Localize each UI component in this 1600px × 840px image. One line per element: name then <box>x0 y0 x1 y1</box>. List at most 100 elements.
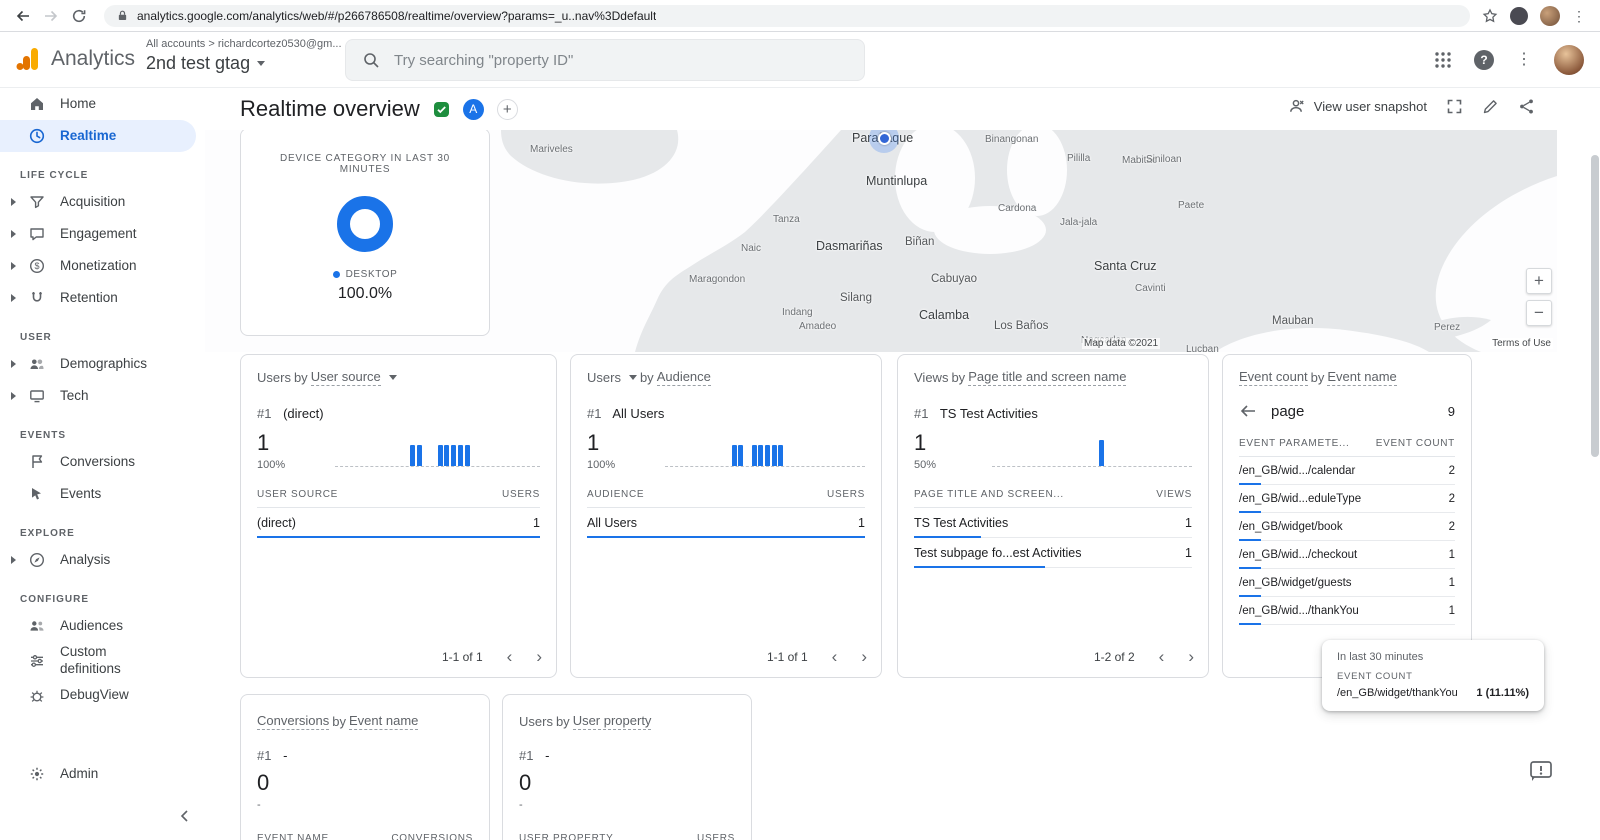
metric-percent: 100% <box>587 459 616 472</box>
comparison-chip[interactable]: A <box>462 98 484 120</box>
sidebar-item-debugview[interactable]: DebugView <box>0 680 205 712</box>
sidebar-item-events[interactable]: Events <box>0 478 205 510</box>
table-row: /en_GB/wid.../thankYou 1 <box>1239 597 1455 625</box>
google-analytics-logo[interactable]: Analytics <box>14 45 135 73</box>
fullscreen-icon[interactable] <box>1446 98 1463 115</box>
help-icon[interactable]: ? <box>1474 50 1494 70</box>
account-breadcrumb: All accounts > richardcortez0530@gm... <box>146 38 342 50</box>
engagement-icon <box>28 225 46 243</box>
map-city-label: Mauban <box>1272 315 1314 327</box>
sidebar-section-events: EVENTS <box>20 429 67 441</box>
sidebar-section-configure: CONFIGURE <box>20 593 89 605</box>
feedback-button[interactable] <box>1528 758 1554 784</box>
add-comparison-button[interactable]: + <box>496 98 518 120</box>
pager-prev-icon[interactable]: ‹ <box>507 648 513 665</box>
browser-address-bar[interactable]: analytics.google.com/analytics/web/#/p26… <box>104 4 1470 27</box>
sidebar-item-home[interactable]: Home <box>0 88 205 120</box>
sidebar-item-conversions[interactable]: Conversions <box>0 446 205 478</box>
customize-report-icon[interactable] <box>1482 98 1499 115</box>
map-city-label: Biñan <box>905 236 935 248</box>
pager-next-icon[interactable]: › <box>1188 648 1194 665</box>
event-breadcrumb-label: page <box>1271 402 1305 420</box>
map-city-label: Binangonan <box>985 134 1039 145</box>
card-title-picker[interactable]: Event count by Event name <box>1239 369 1455 386</box>
global-search[interactable] <box>345 39 865 81</box>
map-city-label: Lucban <box>1186 344 1219 352</box>
browser-chrome: analytics.google.com/analytics/web/#/p26… <box>0 0 1600 32</box>
product-name: Analytics <box>51 47 136 70</box>
sidebar-item-custom-definitions[interactable]: Custom definitions <box>0 642 205 680</box>
event-breadcrumb-count: 9 <box>1447 403 1455 419</box>
pager-prev-icon[interactable]: ‹ <box>1159 648 1165 665</box>
map-zoom-in-button[interactable]: + <box>1526 268 1552 294</box>
chart-tooltip: In last 30 minutes EVENT COUNT /en_GB/wi… <box>1322 640 1544 711</box>
card-title-picker[interactable]: Users by User source <box>257 369 540 386</box>
sidebar-item-acquisition[interactable]: Acquisition <box>0 186 205 218</box>
page-title: Realtime overview <box>240 96 420 121</box>
app-menu-icon[interactable]: ⋮ <box>1516 52 1532 68</box>
device-legend-label: DESKTOP <box>345 269 398 280</box>
sidebar-item-monetization[interactable]: $ Monetization <box>0 250 205 282</box>
map-city-label: Indang <box>782 307 813 318</box>
sidebar-item-realtime[interactable]: Realtime <box>0 120 196 152</box>
tech-icon <box>28 387 46 405</box>
view-user-snapshot-button[interactable]: View user snapshot <box>1288 98 1427 115</box>
pagination-label: 1-1 of 1 <box>441 649 483 664</box>
card-title-picker[interactable]: Conversions by Event name <box>257 713 473 730</box>
map-city-label: Tanza <box>773 214 800 225</box>
map-attribution: Map data ©2021 <box>1082 338 1161 349</box>
sidebar-item-analysis[interactable]: Analysis <box>0 544 205 576</box>
card-title-picker[interactable]: Users by Audience <box>587 369 865 386</box>
sparkline <box>335 431 540 468</box>
sparkline <box>992 431 1192 468</box>
metric-value: 1 <box>914 430 927 455</box>
browser-forward-icon[interactable] <box>38 3 64 29</box>
card-title-picker[interactable]: Users by User property <box>519 713 735 730</box>
apps-grid-icon[interactable] <box>1434 51 1452 69</box>
search-input[interactable] <box>394 51 848 69</box>
map-zoom-out-button[interactable]: − <box>1526 300 1552 326</box>
table-row: TS Test Activities 1 <box>914 508 1192 539</box>
browser-profile-avatar[interactable] <box>1540 5 1560 26</box>
home-icon <box>28 95 46 113</box>
card-users-by-user-source: Users by User source #1 (direct) 1 100% … <box>240 354 557 678</box>
account-picker[interactable]: All accounts > richardcortez0530@gm... 2… <box>146 38 342 74</box>
expand-arrow-icon <box>11 230 16 238</box>
dropdown-caret-icon <box>628 375 637 380</box>
user-avatar[interactable] <box>1554 45 1584 75</box>
device-percentage: 100.0% <box>337 285 393 302</box>
sidebar-item-demographics[interactable]: Demographics <box>0 348 205 380</box>
pager-next-icon[interactable]: › <box>861 648 867 665</box>
back-arrow-icon[interactable] <box>1239 402 1257 420</box>
page-scrollbar[interactable] <box>1591 155 1599 457</box>
custom-definitions-icon <box>28 652 46 670</box>
map-zoom-controls: + − <box>1526 268 1552 326</box>
browser-menu-icon[interactable]: ⋮ <box>1572 9 1586 23</box>
map-city-label: Cardona <box>998 203 1037 214</box>
table-row: /en_GB/wid.../calendar 2 <box>1239 457 1455 485</box>
card-users-by-audience: Users by Audience #1 All Users 1 100% AU… <box>570 354 882 678</box>
pager-next-icon[interactable]: › <box>536 648 542 665</box>
card-title-picker[interactable]: Views by Page title and screen name <box>914 369 1192 386</box>
browser-back-icon[interactable] <box>10 3 36 29</box>
bookmark-star-icon[interactable] <box>1482 8 1498 24</box>
map-terms-link[interactable]: Terms of Use <box>1490 338 1553 349</box>
sidebar-item-tech[interactable]: Tech <box>0 380 205 412</box>
sidebar-section-life-cycle: LIFE CYCLE <box>20 169 89 181</box>
sidebar-nav: Home Realtime LIFE CYCLE Acquisition Eng… <box>0 88 205 840</box>
sidebar-item-retention[interactable]: Retention <box>0 282 205 314</box>
map-city-label: Muntinlupa <box>866 174 928 188</box>
pager-prev-icon[interactable]: ‹ <box>832 648 838 665</box>
sidebar-section-explore: EXPLORE <box>20 527 75 539</box>
metric-percent: 100% <box>257 459 286 472</box>
lock-icon <box>118 10 127 20</box>
browser-reload-icon[interactable] <box>66 3 92 29</box>
share-icon[interactable] <box>1518 98 1535 115</box>
extension-icon[interactable] <box>1510 6 1528 25</box>
sidebar-item-engagement[interactable]: Engagement <box>0 218 205 250</box>
map-city-label: Siniloan <box>1146 154 1182 165</box>
sidebar-collapse-icon[interactable] <box>173 804 197 828</box>
sidebar-item-admin[interactable]: Admin <box>0 758 205 790</box>
gear-icon <box>28 765 46 783</box>
sidebar-item-audiences[interactable]: Audiences <box>0 610 205 642</box>
